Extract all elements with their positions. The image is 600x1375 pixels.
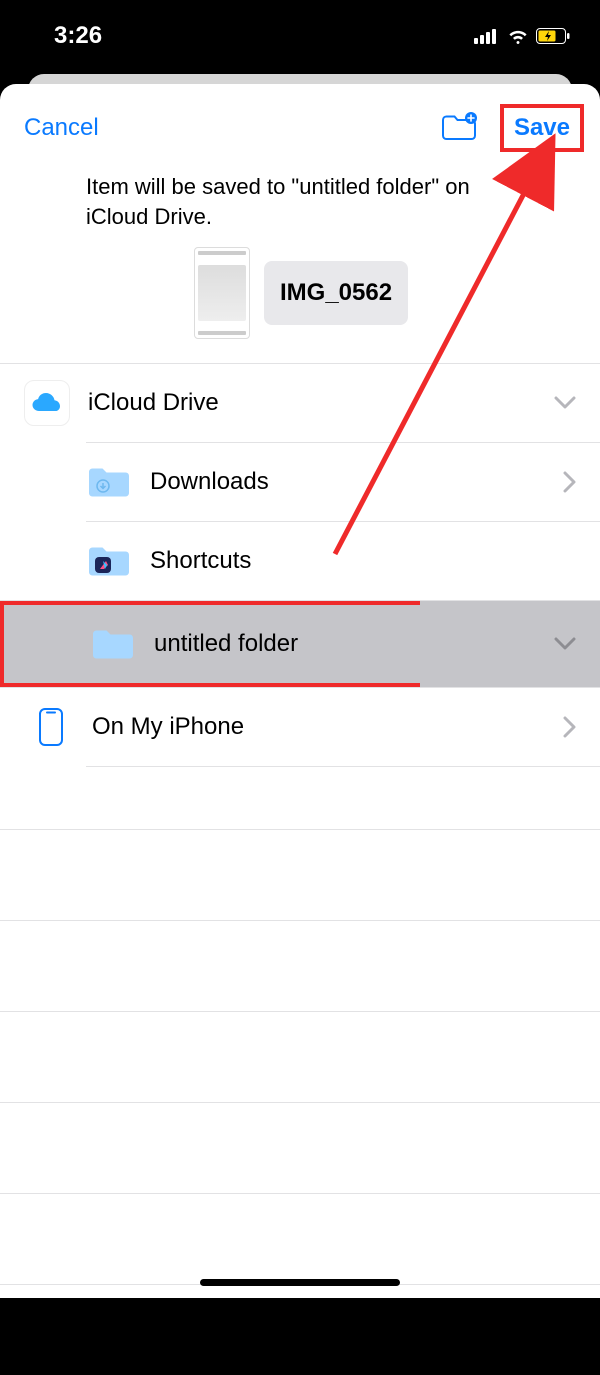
folder-shortcuts[interactable]: Shortcuts bbox=[0, 522, 600, 600]
empty-rows bbox=[0, 829, 600, 1285]
save-to-files-sheet: Cancel Save Item will be saved to "untit… bbox=[0, 84, 600, 1298]
wifi-icon bbox=[506, 27, 530, 45]
folder-untitled-selected[interactable]: untitled folder bbox=[0, 601, 600, 687]
location-on-my-iphone[interactable]: On My iPhone bbox=[0, 688, 600, 766]
file-name-label: IMG_0562 bbox=[264, 261, 408, 325]
iphone-icon bbox=[28, 704, 74, 750]
chevron-down-icon bbox=[554, 637, 576, 651]
folder-icon bbox=[86, 459, 132, 505]
file-thumbnail bbox=[194, 247, 250, 339]
save-destination-text: Item will be saved to "untitled folder" … bbox=[86, 172, 514, 231]
folder-label: untitled folder bbox=[154, 630, 412, 658]
description-block: Item will be saved to "untitled folder" … bbox=[0, 172, 600, 363]
status-right bbox=[474, 27, 570, 45]
cancel-button[interactable]: Cancel bbox=[24, 114, 99, 142]
file-preview: IMG_0562 bbox=[86, 247, 514, 339]
location-label: iCloud Drive bbox=[88, 389, 536, 417]
status-time: 3:26 bbox=[54, 22, 102, 50]
folder-icon bbox=[90, 621, 136, 667]
folder-label: Downloads bbox=[150, 468, 544, 496]
folder-icon bbox=[86, 538, 132, 584]
cellular-icon bbox=[474, 28, 500, 44]
save-button[interactable]: Save bbox=[500, 104, 584, 152]
chevron-right-icon bbox=[562, 716, 576, 738]
locations-list: iCloud Drive Downloads Shortcuts unt bbox=[0, 363, 600, 1375]
battery-icon bbox=[536, 28, 570, 44]
folder-label: Shortcuts bbox=[150, 547, 576, 575]
chevron-right-icon bbox=[562, 471, 576, 493]
status-bar: 3:26 bbox=[0, 0, 600, 72]
home-indicator bbox=[200, 1279, 400, 1286]
navigation-bar: Cancel Save bbox=[0, 84, 600, 172]
chevron-down-icon bbox=[554, 396, 576, 410]
new-folder-icon bbox=[440, 112, 478, 142]
new-folder-button[interactable] bbox=[436, 110, 482, 147]
icloud-icon bbox=[24, 380, 70, 426]
location-label: On My iPhone bbox=[92, 713, 544, 741]
folder-downloads[interactable]: Downloads bbox=[0, 443, 600, 521]
location-icloud-drive[interactable]: iCloud Drive bbox=[0, 364, 600, 442]
